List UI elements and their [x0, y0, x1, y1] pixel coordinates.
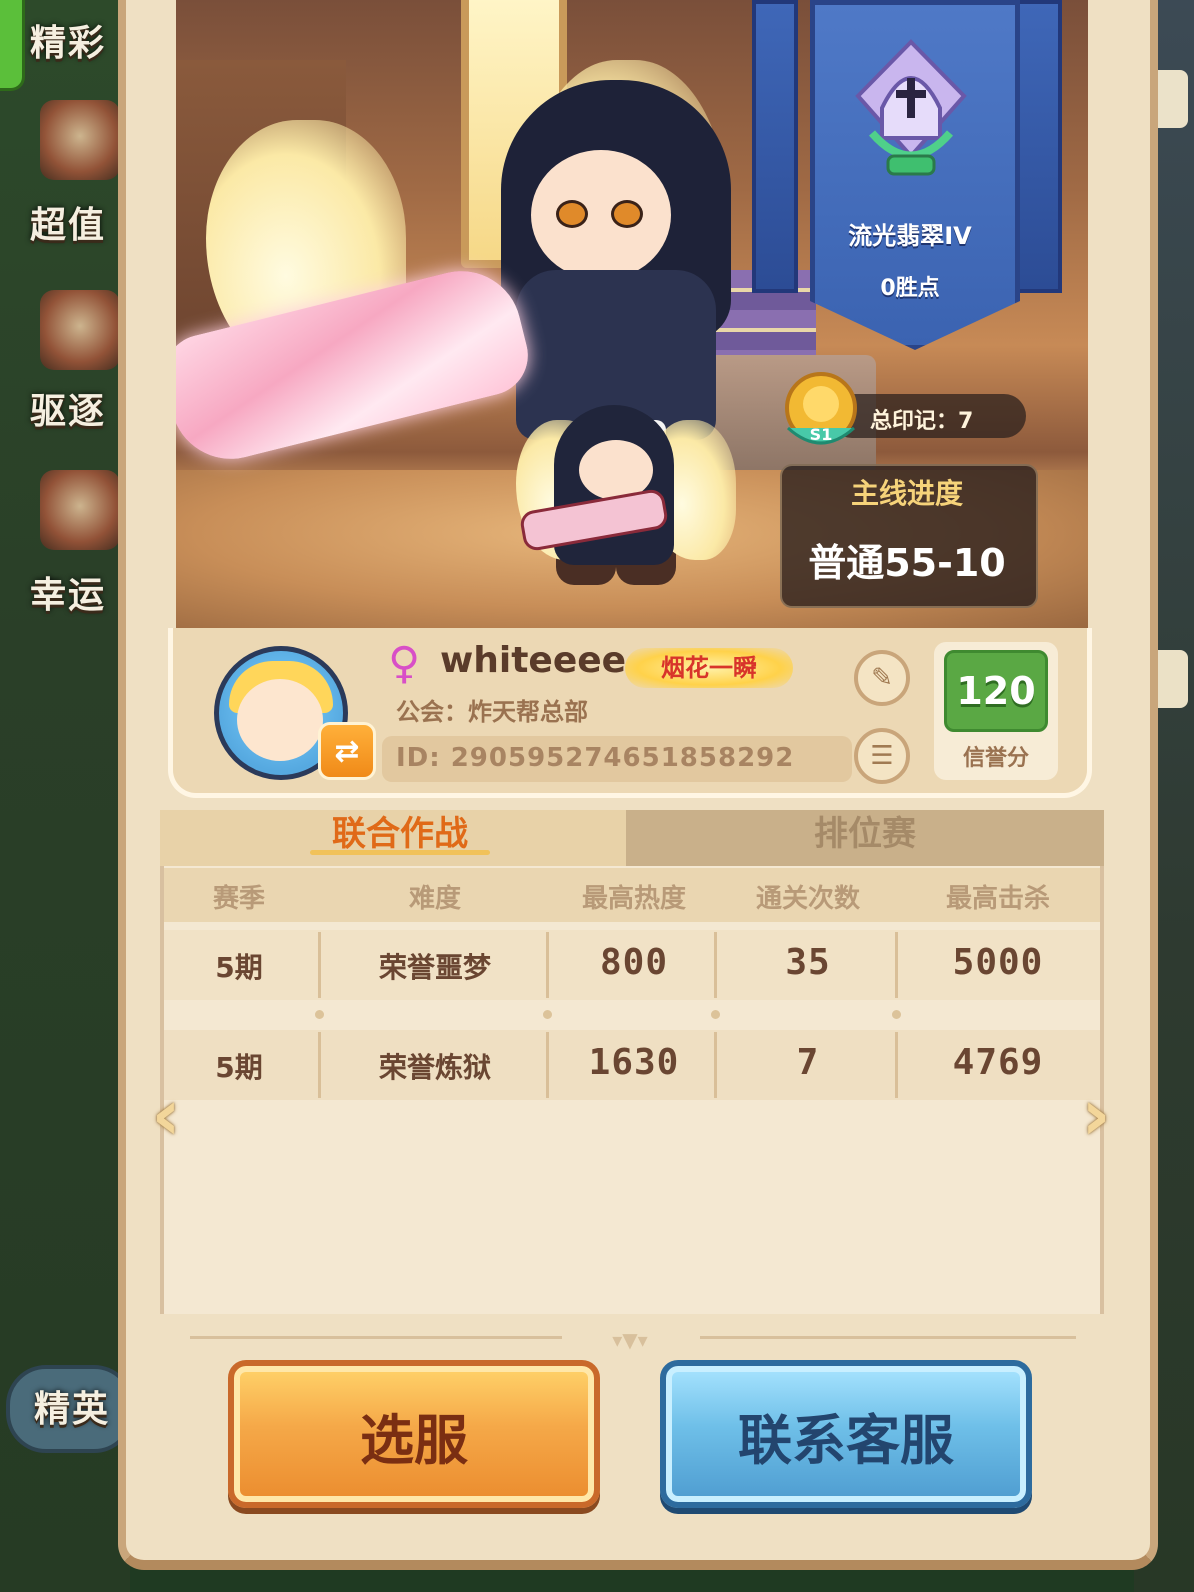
select-server-label: 选服	[360, 1409, 468, 1472]
hero-face	[531, 150, 671, 280]
change-avatar-icon[interactable]: ⇄	[318, 722, 376, 780]
season-mark-badge-icon: S1	[785, 372, 857, 445]
avatar-face	[237, 679, 323, 761]
column-divider	[318, 1032, 321, 1098]
section-divider	[700, 1336, 1076, 1339]
next-arrow-icon[interactable]: ›	[1068, 1078, 1124, 1152]
hero-eye	[611, 200, 643, 228]
column-header: 最高击杀	[945, 884, 1050, 914]
column-divider	[546, 1032, 549, 1098]
female-icon: ♀	[388, 638, 421, 689]
table-cell: 35	[785, 942, 831, 983]
side-menu-label[interactable]: 幸运	[30, 566, 106, 618]
guild-name: 公会：炸天帮总部	[396, 698, 588, 726]
divider-ornament-icon: ▾▼▾	[612, 1328, 648, 1352]
table-cell: 荣誉噩梦	[378, 951, 491, 984]
title-badge: 烟花一瞬	[625, 648, 793, 688]
column-header: 通关次数	[755, 884, 860, 914]
main-progress-value: 普通55-10	[808, 541, 1006, 585]
banner-ribbon-right	[1016, 0, 1062, 293]
main-progress-title: 主线进度	[850, 477, 963, 510]
side-menu-label[interactable]: 精英	[34, 1380, 110, 1432]
contact-support-label: 联系客服	[738, 1409, 954, 1472]
table-cell: 5000	[952, 942, 1044, 983]
table-cell: 4769	[952, 1042, 1044, 1083]
previous-arrow-icon[interactable]: ‹	[138, 1078, 194, 1152]
tab-ranked-label: 排位赛	[814, 814, 916, 854]
column-divider	[318, 932, 321, 998]
side-menu-icon	[40, 290, 120, 370]
side-menu-label[interactable]: 驱逐	[30, 382, 106, 434]
helmet-crest-icon	[855, 39, 967, 176]
side-menu-label[interactable]: 精彩	[30, 14, 106, 66]
credit-score-label: 信誉分	[962, 746, 1029, 771]
side-menu-icon	[40, 100, 120, 180]
column-divider	[714, 932, 717, 998]
rank-name: 流光翡翠IV	[848, 222, 972, 250]
column-header: 难度	[408, 884, 461, 914]
table-cell: 800	[599, 942, 669, 983]
side-menu-label[interactable]: 超值	[30, 196, 106, 248]
column-divider	[895, 1032, 898, 1098]
hero-eye	[556, 200, 588, 228]
row-divider-dot	[543, 1010, 552, 1019]
credit-score-value: 120	[944, 650, 1048, 732]
column-divider	[895, 932, 898, 998]
row-divider-dot	[892, 1010, 901, 1019]
row-divider-dot	[711, 1010, 720, 1019]
column-header: 最高热度	[581, 884, 686, 914]
row-divider-dot	[315, 1010, 324, 1019]
player-id: ID: 2905952746518582​92	[396, 743, 795, 773]
column-header: 赛季	[212, 884, 265, 914]
total-marks-label: 总印记：7	[870, 409, 974, 434]
column-divider	[546, 932, 549, 998]
table-cell: 7	[796, 1042, 820, 1083]
rank-points: 0胜点	[880, 276, 940, 301]
active-tab-underline	[310, 850, 490, 855]
table-cell: 1630	[588, 1042, 680, 1083]
feather-icon[interactable]: ✎	[854, 650, 910, 706]
table-cell: 5期	[215, 951, 263, 984]
tab-joint-battle-label: 联合作战	[332, 814, 468, 854]
side-tab-indicator	[0, 0, 25, 91]
column-divider	[714, 1032, 717, 1098]
copy-icon[interactable]: ☰	[854, 728, 910, 784]
banner-ribbon-left	[752, 0, 798, 293]
side-menu-icon	[40, 470, 120, 550]
section-divider	[190, 1336, 562, 1339]
player-name: whiteeee	[440, 640, 627, 681]
season-badge-text: S1	[810, 425, 833, 444]
table-cell: 荣誉炼狱	[378, 1051, 491, 1084]
